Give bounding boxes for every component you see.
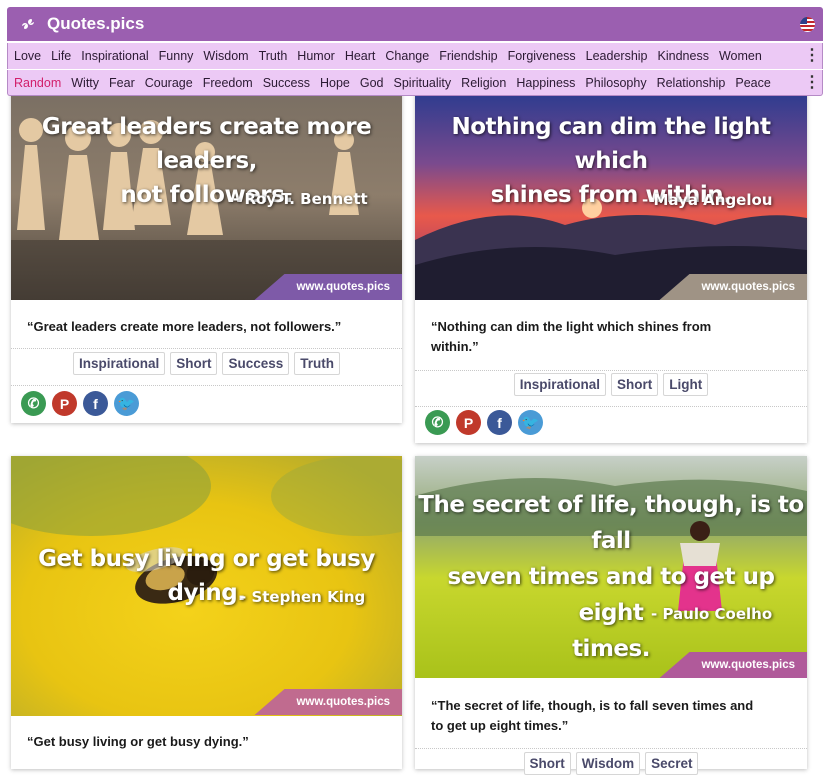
pinterest-icon[interactable]: P <box>52 391 77 416</box>
overlay-line: The secret of life, though, is to fall <box>418 492 804 554</box>
tag-secret[interactable]: Secret <box>645 752 699 775</box>
nav-item-truth[interactable]: Truth <box>259 49 288 63</box>
nav-item-fear[interactable]: Fear <box>109 76 135 90</box>
nav-item-success[interactable]: Success <box>263 76 310 90</box>
quote-image[interactable]: Great leaders create more leaders, not f… <box>11 90 402 300</box>
overlay-author: - Stephen King <box>240 588 366 606</box>
nav-item-philosophy[interactable]: Philosophy <box>585 76 646 90</box>
us-flag-icon[interactable] <box>800 17 815 32</box>
nav-item-freedom[interactable]: Freedom <box>203 76 253 90</box>
category-nav-row-1: Love Life Inspirational Funny Wisdom Truth Hum… <box>7 43 823 69</box>
facebook-icon[interactable]: f <box>487 410 512 435</box>
nav-item-love[interactable]: Love <box>14 49 41 63</box>
whatsapp-icon[interactable]: ✆ <box>21 391 46 416</box>
twitter-icon[interactable]: 🐦 <box>518 410 543 435</box>
pinterest-icon[interactable]: P <box>456 410 481 435</box>
nav-item-relationship[interactable]: Relationship <box>657 76 726 90</box>
nav-item-forgiveness[interactable]: Forgiveness <box>508 49 576 63</box>
nav-item-humor[interactable]: Humor <box>297 49 335 63</box>
kebab-menu-icon[interactable]: ⋮ <box>802 74 822 91</box>
nav-item-life[interactable]: Life <box>51 49 71 63</box>
nav-item-leadership[interactable]: Leadership <box>586 49 648 63</box>
nav-item-spirituality[interactable]: Spirituality <box>394 76 452 90</box>
share-buttons: ✆ Pf 🐦 <box>425 410 543 435</box>
nav-item-hope[interactable]: Hope <box>320 76 350 90</box>
tag-list: Inspirational Short Success Truth <box>11 352 402 375</box>
nav-item-happiness[interactable]: Happiness <box>516 76 575 90</box>
quote-text: within.” <box>431 339 479 354</box>
nav-item-peace[interactable]: Peace <box>735 76 770 90</box>
twitter-icon[interactable]: 🐦 <box>114 391 139 416</box>
quote-image[interactable]: Get busy living or get busy dying. - Ste… <box>11 456 402 716</box>
category-nav-row-2: Random Witty Fear Courage Freedom Success Hope… <box>7 70 823 96</box>
tag-inspirational[interactable]: Inspirational <box>513 373 606 396</box>
nav-item-courage[interactable]: Courage <box>145 76 193 90</box>
overlay-author: - Maya Angelou <box>642 191 773 209</box>
quote-text: “Nothing can dim the light which shines … <box>431 319 712 334</box>
quote-text: “Get busy living or get busy dying.” <box>11 732 265 752</box>
nav-item-women[interactable]: Women <box>719 49 762 63</box>
overlay-line: Great leaders create more leaders, <box>41 114 372 174</box>
nav-item-random[interactable]: Random <box>14 76 61 90</box>
nav-item-wisdom[interactable]: Wisdom <box>203 49 248 63</box>
quote-text: to get up eight times.” <box>431 718 569 733</box>
quote-marks-icon[interactable] <box>17 13 39 35</box>
quote-card: Nothing can dim the light which shines f… <box>415 90 807 443</box>
share-buttons: ✆ Pf 🐦 <box>21 391 139 416</box>
tag-light[interactable]: Light <box>663 373 709 396</box>
nav-item-kindness[interactable]: Kindness <box>658 49 709 63</box>
nav-item-inspirational[interactable]: Inspirational <box>81 49 148 63</box>
tag-list: Inspirational Short Light <box>415 373 807 396</box>
quote-card: Great leaders create more leaders, not f… <box>11 90 402 423</box>
nav-item-heart[interactable]: Heart <box>345 49 376 63</box>
overlay-line: Nothing can dim the light which <box>451 114 771 174</box>
quote-image[interactable]: Nothing can dim the light which shines f… <box>415 90 807 300</box>
tag-list: Short Wisdom Secret <box>415 752 807 775</box>
nav-item-friendship[interactable]: Friendship <box>439 49 497 63</box>
nav-item-god[interactable]: God <box>360 76 384 90</box>
overlay-author: - Paulo Coelho <box>651 605 773 623</box>
quote-card: The secret of life, though, is to fall s… <box>415 456 807 775</box>
quote-text: “The secret of life, though, is to fall … <box>431 698 754 713</box>
quote-text: “Great leaders create more leaders, not … <box>11 317 358 337</box>
nav-item-witty[interactable]: Witty <box>71 76 99 90</box>
whatsapp-icon[interactable]: ✆ <box>425 410 450 435</box>
tag-short[interactable]: Short <box>170 352 218 375</box>
site-name[interactable]: Quotes.pics <box>47 14 144 34</box>
overlay-author: - Roy T. Bennett <box>233 190 368 208</box>
tag-short[interactable]: Short <box>523 752 571 775</box>
tag-wisdom[interactable]: Wisdom <box>575 752 641 775</box>
tag-truth[interactable]: Truth <box>294 352 341 375</box>
quote-card: Get busy living or get busy dying. - Ste… <box>11 456 402 769</box>
nav-item-religion[interactable]: Religion <box>461 76 506 90</box>
facebook-icon[interactable]: f <box>83 391 108 416</box>
nav-item-funny[interactable]: Funny <box>159 49 194 63</box>
kebab-menu-icon[interactable]: ⋮ <box>802 48 822 64</box>
site-header: Quotes.pics <box>7 7 823 41</box>
tag-inspirational[interactable]: Inspirational <box>72 352 166 375</box>
quote-image[interactable]: The secret of life, though, is to fall s… <box>415 456 807 678</box>
nav-item-change[interactable]: Change <box>385 49 429 63</box>
tag-short[interactable]: Short <box>611 373 659 396</box>
tag-success[interactable]: Success <box>222 352 290 375</box>
